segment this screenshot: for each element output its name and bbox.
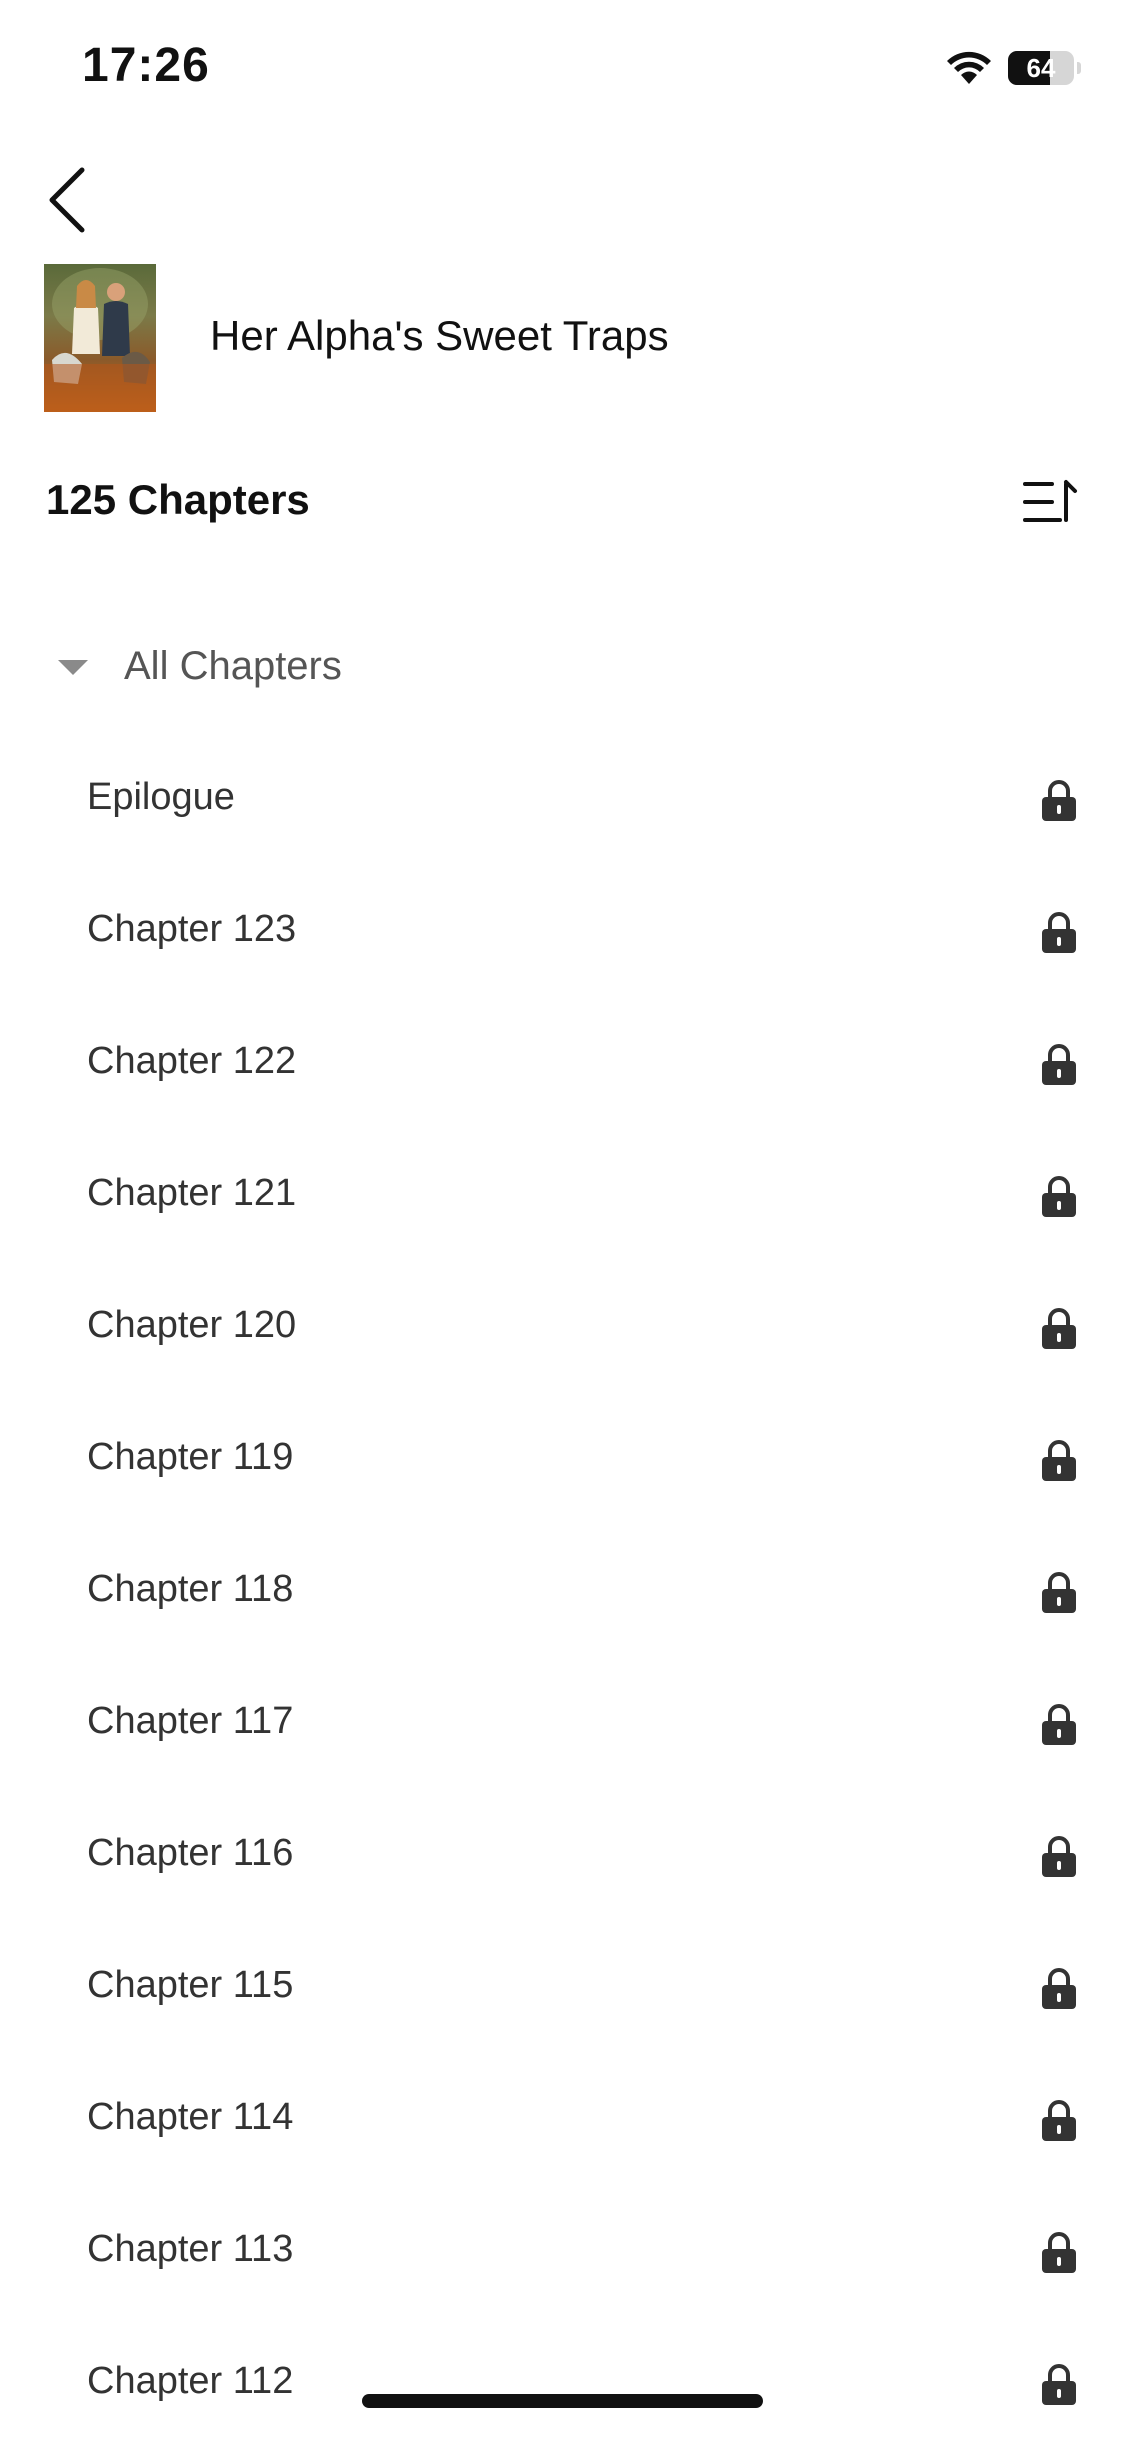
status-bar: 17:26 64 — [0, 0, 1125, 135]
lock-icon — [1040, 1702, 1078, 1746]
chapter-label: Chapter 117 — [87, 1700, 294, 1742]
chapter-row[interactable]: Chapter 116 — [0, 1790, 1125, 1922]
caret-down-icon — [58, 660, 88, 675]
chapter-label: Chapter 114 — [87, 2096, 294, 2138]
chapter-label: Chapter 123 — [87, 908, 297, 950]
book-cover[interactable] — [44, 264, 156, 412]
chapter-label: Chapter 115 — [87, 1964, 294, 2006]
section-label: All Chapters — [124, 644, 342, 688]
chapter-row[interactable]: Chapter 112 — [0, 2318, 1125, 2450]
chapter-row[interactable]: Chapter 122 — [0, 998, 1125, 1130]
chevron-left-icon — [49, 167, 85, 233]
chapter-row[interactable]: Chapter 120 — [0, 1262, 1125, 1394]
lock-icon — [1040, 1174, 1078, 1218]
chapter-row[interactable]: Chapter 114 — [0, 2054, 1125, 2186]
lock-icon — [1040, 1570, 1078, 1614]
lock-icon — [1040, 910, 1078, 954]
sort-list-icon — [1023, 480, 1077, 522]
book-title: Her Alpha's Sweet Traps — [210, 312, 669, 359]
lock-icon — [1040, 1834, 1078, 1878]
lock-icon — [1040, 1042, 1078, 1086]
home-indicator[interactable] — [362, 2394, 763, 2408]
chapter-label: Chapter 112 — [87, 2360, 294, 2402]
back-button[interactable] — [44, 164, 94, 236]
chapter-row[interactable]: Chapter 117 — [0, 1658, 1125, 1790]
lock-icon — [1040, 1966, 1078, 2010]
lock-icon — [1040, 778, 1078, 822]
chapter-list: Epilogue Chapter 123 Chapter 122 Chapter… — [0, 734, 1125, 2450]
book-cover-art — [44, 268, 156, 412]
wifi-icon — [944, 50, 994, 86]
chapter-label: Chapter 120 — [87, 1304, 297, 1346]
battery-level: 64 — [1026, 53, 1056, 83]
chapter-count: 125 Chapters — [46, 476, 310, 523]
status-time: 17:26 — [82, 39, 210, 92]
chapter-label: Epilogue — [87, 776, 235, 818]
chapter-row[interactable]: Chapter 113 — [0, 2186, 1125, 2318]
sort-button[interactable] — [1022, 478, 1078, 526]
lock-icon — [1040, 1438, 1078, 1482]
chapter-label: Chapter 116 — [87, 1832, 294, 1874]
chapter-row[interactable]: Chapter 118 — [0, 1526, 1125, 1658]
chapter-row[interactable]: Chapter 115 — [0, 1922, 1125, 2054]
chapter-row[interactable]: Chapter 121 — [0, 1130, 1125, 1262]
battery-indicator: 64 — [1008, 51, 1074, 85]
chapter-row[interactable]: Epilogue — [0, 734, 1125, 866]
chapter-label: Chapter 118 — [87, 1568, 294, 1610]
chapter-row[interactable]: Chapter 123 — [0, 866, 1125, 998]
chapter-row[interactable]: Chapter 119 — [0, 1394, 1125, 1526]
chapter-label: Chapter 113 — [87, 2228, 294, 2270]
chapter-label: Chapter 122 — [87, 1040, 297, 1082]
lock-icon — [1040, 2362, 1078, 2406]
battery-cap — [1077, 62, 1081, 74]
chapter-label: Chapter 119 — [87, 1436, 294, 1478]
lock-icon — [1040, 2230, 1078, 2274]
chapter-label: Chapter 121 — [87, 1172, 297, 1214]
lock-icon — [1040, 1306, 1078, 1350]
all-chapters-section-toggle[interactable]: All Chapters — [46, 632, 1086, 702]
lock-icon — [1040, 2098, 1078, 2142]
